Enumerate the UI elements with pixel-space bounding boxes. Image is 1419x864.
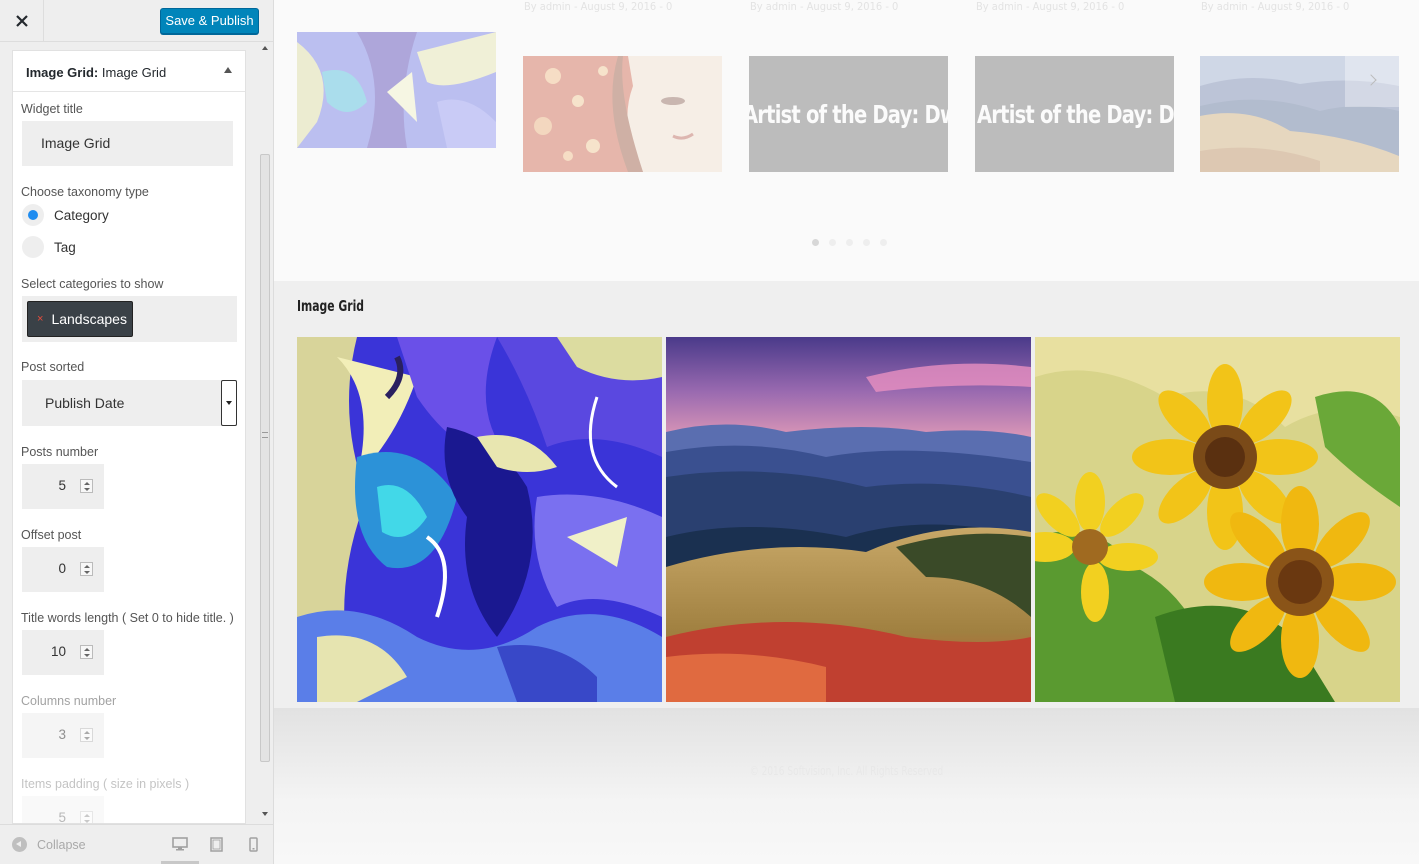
customizer-header: Save & Publish (0, 0, 273, 42)
scrollbar-thumb[interactable] (260, 154, 270, 762)
taxonomy-radio-tag[interactable]: Tag (22, 236, 76, 258)
offset-post-label: Offset post (21, 528, 82, 542)
image-grid-title: Image Grid (297, 297, 365, 315)
image-grid-widget: Image Grid (274, 281, 1419, 708)
post-sorted-value: Publish Date (45, 395, 125, 411)
site-footer: © 2016 Softvision, Inc. All Rights Reser… (274, 708, 1419, 864)
radio-button[interactable] (22, 236, 44, 258)
radio-label: Tag (54, 239, 76, 255)
number-spinner-icon[interactable] (80, 562, 93, 576)
slider-next-arrow-icon[interactable] (1345, 56, 1399, 107)
slider-pagination (812, 239, 897, 246)
slide-artist-dean[interactable]: Artist of the Day: Dean B (975, 56, 1174, 172)
collapse-arrow-icon (12, 837, 27, 852)
remove-tag-icon[interactable]: × (37, 313, 43, 325)
grid-image-sunflowers[interactable] (1035, 337, 1400, 702)
taxonomy-type-label: Choose taxonomy type (21, 185, 149, 199)
copyright-text: © 2016 Softvision, Inc. All Rights Reser… (749, 764, 944, 778)
slider-dot[interactable] (829, 239, 836, 246)
post-sorted-label: Post sorted (21, 360, 85, 374)
widget-form-panel: Image Grid: Image Grid Widget title Imag… (12, 50, 246, 824)
sunflowers-painting-image (1035, 337, 1400, 702)
slider-dot[interactable] (863, 239, 870, 246)
sidebar-scrollbar[interactable] (258, 44, 272, 820)
slide-abstract-painting[interactable] (297, 32, 496, 148)
radio-button[interactable] (22, 204, 44, 226)
post-sorted-select[interactable]: Publish Date (22, 380, 237, 426)
post-slider: By admin - August 9, 2016 - 0 By admin -… (274, 0, 1419, 281)
widget-title-input[interactable]: Image Grid (22, 121, 233, 166)
mountain-sunset-landscape-image (666, 337, 1031, 702)
title-words-length-value: 10 (50, 644, 66, 659)
items-padding-input[interactable]: 5 (22, 796, 104, 824)
abstract-blue-painting-image (297, 337, 662, 702)
widget-header[interactable]: Image Grid: Image Grid (13, 51, 245, 92)
posts-number-label: Posts number (21, 445, 99, 459)
posts-number-value: 5 (58, 478, 66, 493)
columns-number-label: Columns number (21, 694, 117, 708)
close-icon (15, 15, 28, 27)
widget-title-label: Widget title (21, 102, 83, 116)
category-tag-label: Landscapes (51, 311, 127, 327)
columns-number-value: 3 (58, 727, 66, 742)
slider-dot[interactable] (846, 239, 853, 246)
number-spinner-icon[interactable] (80, 728, 93, 742)
columns-number-input[interactable]: 3 (22, 713, 104, 758)
collapse-label: Collapse (37, 837, 86, 852)
slide-portrait-painting[interactable] (523, 56, 722, 172)
slide-meta: By admin - August 9, 2016 - 0 (976, 0, 1125, 13)
items-padding-label: Items padding ( size in pixels ) (21, 777, 190, 791)
slide-meta: By admin - August 9, 2016 - 0 (750, 0, 899, 13)
site-preview: By admin - August 9, 2016 - 0 By admin -… (274, 0, 1419, 864)
offset-post-input[interactable]: 0 (22, 547, 104, 592)
slider-dot[interactable] (880, 239, 887, 246)
dropdown-arrow-icon[interactable] (221, 380, 237, 426)
category-tag-landscapes[interactable]: × Landscapes (27, 301, 133, 337)
customizer-footer: Collapse (0, 824, 273, 864)
slide-title: Artist of the Day: Dwyer K (749, 99, 948, 129)
title-words-length-label: Title words length ( Set 0 to hide title… (21, 611, 234, 625)
desktop-preview-icon[interactable] (172, 837, 188, 851)
woman-portrait-painting-image (523, 56, 722, 172)
scroll-up-arrow-icon[interactable] (262, 46, 268, 50)
offset-post-value: 0 (58, 561, 66, 576)
widget-type-label: Image Grid: (26, 65, 99, 80)
radio-label: Category (54, 207, 109, 223)
slide-title: Artist of the Day: Dean B (977, 99, 1174, 129)
slider-dot[interactable] (812, 239, 819, 246)
posts-number-input[interactable]: 5 (22, 464, 104, 509)
widget-heading: Image Grid: Image Grid (26, 65, 166, 80)
abstract-painting-image (297, 32, 496, 148)
customizer-sidebar: Save & Publish Image Grid: Image Grid Wi… (0, 0, 274, 864)
number-spinner-icon[interactable] (80, 811, 93, 823)
tablet-preview-icon[interactable] (210, 837, 223, 852)
slide-meta: By admin - August 9, 2016 - 0 (1201, 0, 1350, 13)
save-publish-button[interactable]: Save & Publish (160, 8, 259, 34)
number-spinner-icon[interactable] (80, 645, 93, 659)
slide-meta: By admin - August 9, 2016 - 0 (524, 0, 673, 13)
title-words-length-input[interactable]: 10 (22, 630, 104, 675)
close-button[interactable] (0, 0, 44, 42)
taxonomy-radio-category[interactable]: Category (22, 204, 109, 226)
slide-artist-dwyer[interactable]: Artist of the Day: Dwyer K (749, 56, 948, 172)
collapse-widget-arrow-icon[interactable] (224, 67, 232, 73)
number-spinner-icon[interactable] (80, 479, 93, 493)
grid-image-abstract[interactable] (297, 337, 662, 702)
collapse-sidebar-button[interactable]: Collapse (12, 837, 86, 852)
mobile-preview-icon[interactable] (249, 837, 258, 852)
items-padding-value: 5 (58, 810, 66, 824)
grid-image-mountains[interactable] (666, 337, 1031, 702)
categories-multiselect[interactable]: × Landscapes (22, 296, 237, 342)
scrollbar-grip-icon (262, 432, 268, 438)
scroll-down-arrow-icon[interactable] (262, 812, 268, 816)
widget-instance-title: Image Grid (101, 65, 167, 80)
categories-label: Select categories to show (21, 277, 164, 291)
